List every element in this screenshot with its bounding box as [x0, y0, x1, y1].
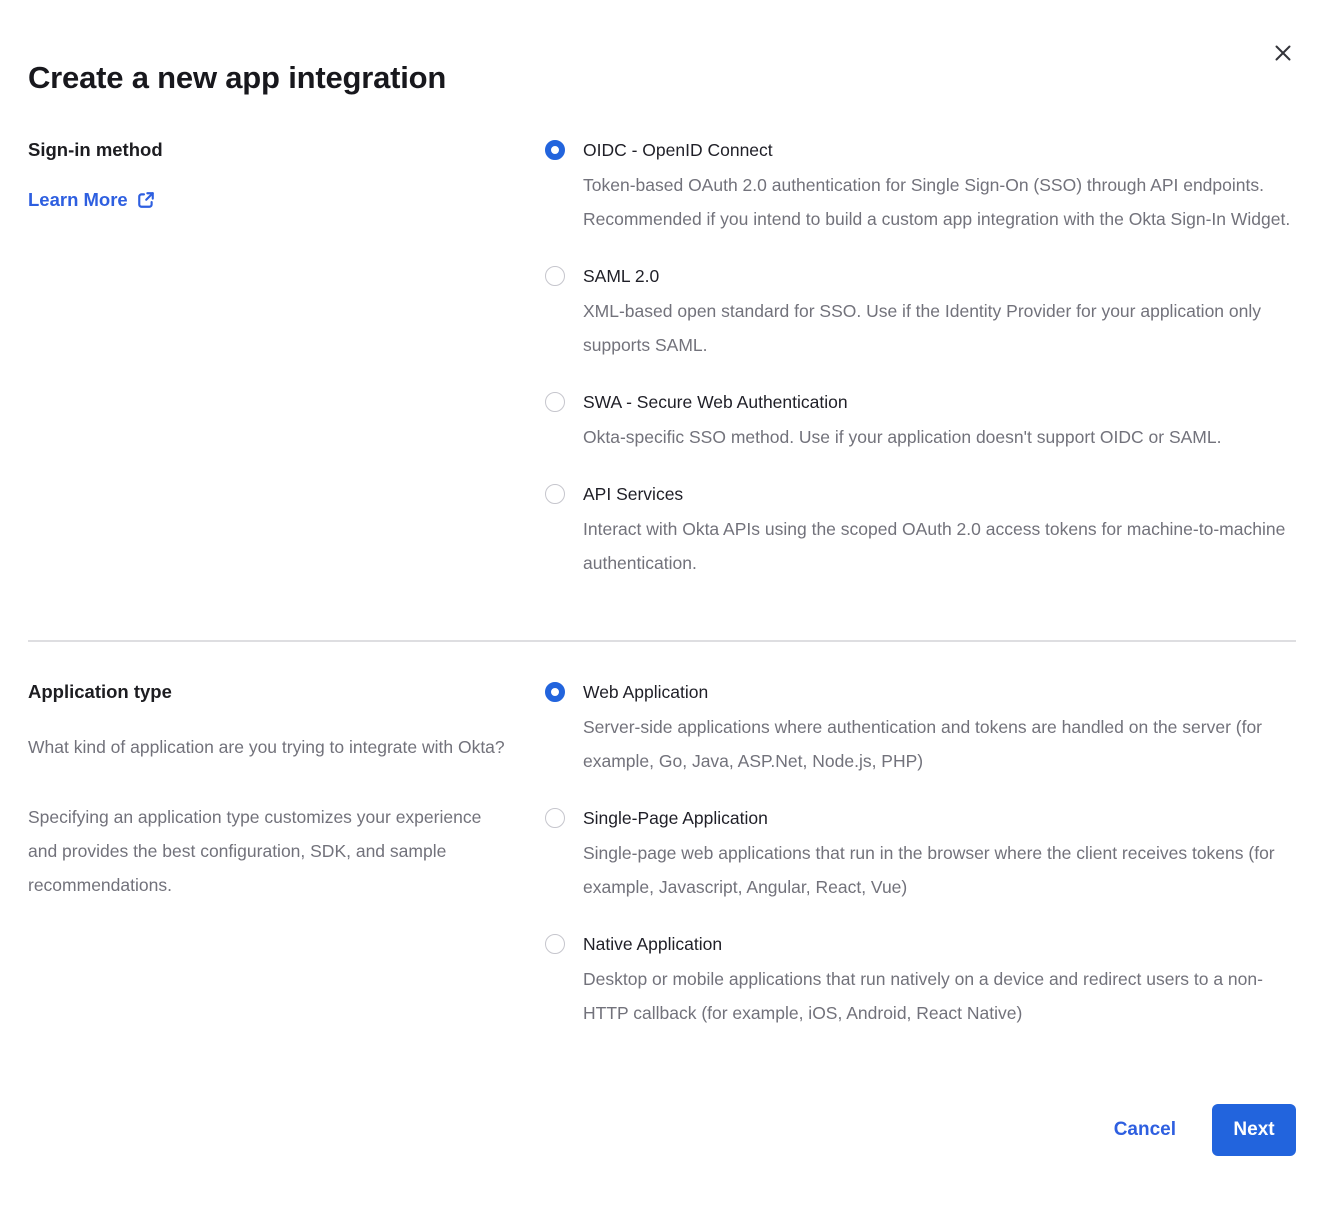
application-type-section: Application type What kind of applicatio… [28, 680, 1296, 1058]
radio-option-label: OIDC - OpenID Connect [583, 138, 1296, 162]
close-button[interactable] [1270, 40, 1296, 66]
radio-option-label: SAML 2.0 [583, 264, 1296, 288]
radio-icon[interactable] [545, 682, 565, 702]
learn-more-label: Learn More [28, 189, 128, 211]
signin-method-options: OIDC - OpenID Connect Token-based OAuth … [545, 138, 1296, 608]
radio-option-label: API Services [583, 482, 1296, 506]
radio-icon[interactable] [545, 140, 565, 160]
dialog-footer: Cancel Next [28, 1104, 1296, 1156]
radio-icon[interactable] [545, 392, 565, 412]
signin-method-left-column: Sign-in method Learn More [28, 138, 545, 608]
radio-option-description: Okta-specific SSO method. Use if your ap… [583, 420, 1221, 454]
radio-option-oidc[interactable]: OIDC - OpenID Connect Token-based OAuth … [545, 138, 1296, 236]
application-type-label: Application type [28, 680, 515, 704]
radio-option-label: Single-Page Application [583, 806, 1296, 830]
radio-icon[interactable] [545, 484, 565, 504]
radio-option-label: Web Application [583, 680, 1296, 704]
external-link-icon [137, 191, 155, 209]
application-type-options: Web Application Server-side applications… [545, 680, 1296, 1058]
next-button[interactable]: Next [1212, 1104, 1296, 1156]
radio-option-description: Desktop or mobile applications that run … [583, 962, 1296, 1030]
radio-option-label: SWA - Secure Web Authentication [583, 390, 1221, 414]
application-type-question: What kind of application are you trying … [28, 730, 508, 764]
dialog-title: Create a new app integration [28, 60, 1296, 96]
radio-option-description: XML-based open standard for SSO. Use if … [583, 294, 1296, 362]
radio-option-swa[interactable]: SWA - Secure Web Authentication Okta-spe… [545, 390, 1296, 454]
learn-more-link[interactable]: Learn More [28, 189, 155, 211]
section-divider [28, 640, 1296, 642]
radio-option-api-services[interactable]: API Services Interact with Okta APIs usi… [545, 482, 1296, 580]
close-icon [1274, 44, 1292, 62]
signin-method-section: Sign-in method Learn More OIDC - OpenID … [28, 138, 1296, 608]
signin-method-label: Sign-in method [28, 138, 515, 162]
radio-option-saml[interactable]: SAML 2.0 XML-based open standard for SSO… [545, 264, 1296, 362]
radio-option-native-application[interactable]: Native Application Desktop or mobile app… [545, 932, 1296, 1030]
radio-icon[interactable] [545, 266, 565, 286]
create-app-integration-dialog: Create a new app integration Sign-in met… [0, 0, 1332, 1210]
radio-option-description: Server-side applications where authentic… [583, 710, 1296, 778]
radio-option-description: Token-based OAuth 2.0 authentication for… [583, 168, 1296, 236]
radio-icon[interactable] [545, 934, 565, 954]
radio-option-description: Single-page web applications that run in… [583, 836, 1296, 904]
radio-option-label: Native Application [583, 932, 1296, 956]
application-type-explanation: Specifying an application type customize… [28, 800, 508, 902]
cancel-button[interactable]: Cancel [1114, 1119, 1176, 1141]
application-type-left-column: Application type What kind of applicatio… [28, 680, 545, 1058]
radio-icon[interactable] [545, 808, 565, 828]
radio-option-single-page-application[interactable]: Single-Page Application Single-page web … [545, 806, 1296, 904]
radio-option-web-application[interactable]: Web Application Server-side applications… [545, 680, 1296, 778]
radio-option-description: Interact with Okta APIs using the scoped… [583, 512, 1296, 580]
